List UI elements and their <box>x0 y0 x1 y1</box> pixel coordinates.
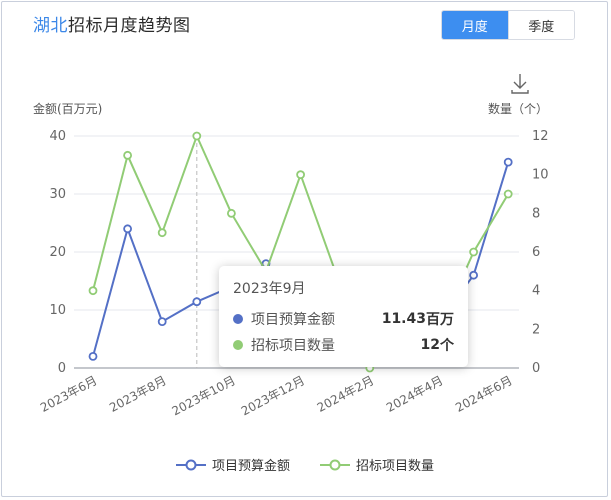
tooltip-row-count: 招标项目数量 12 个 <box>233 332 454 358</box>
data-point <box>123 150 132 160</box>
right-tick-label: 4 <box>532 284 540 299</box>
left-axis-ticks: 0 10 20 30 40 <box>49 129 66 376</box>
data-point <box>157 317 167 327</box>
right-tick-label: 6 <box>532 245 540 260</box>
x-tick-label: 2023年8月 <box>107 373 168 415</box>
legend-item-count[interactable]: 招标项目数量 <box>320 455 434 474</box>
data-point <box>123 224 132 234</box>
right-tick-label: 2 <box>532 322 540 337</box>
data-point <box>503 157 513 167</box>
x-axis-ticks: 2023年6月 2023年8月 2023年10月 2023年12月 2024年2月 202… <box>38 373 515 418</box>
left-tick-label: 40 <box>49 129 66 144</box>
legend-amount-icon <box>176 459 206 470</box>
x-tick-label: 2024年6月 <box>453 373 514 415</box>
chart-tooltip: 2023年9月 项目预算金额 11.43 百万 招标项目数量 12 个 <box>219 266 468 367</box>
x-tick-label: 2023年12月 <box>239 373 307 418</box>
tooltip-title: 2023年9月 <box>233 281 306 297</box>
tooltip-amount-unit: 百万 <box>426 312 454 328</box>
legend-amount-label: 项目预算金额 <box>212 459 291 474</box>
data-point <box>469 247 479 257</box>
data-point <box>88 351 98 361</box>
right-tick-label: 8 <box>532 206 540 221</box>
data-point <box>469 270 479 280</box>
legend-item-amount[interactable]: 项目预算金额 <box>176 455 290 474</box>
tooltip-count-name: 招标项目数量 <box>251 338 335 354</box>
download-icon[interactable] <box>508 70 532 94</box>
legend-count-label: 招标项目数量 <box>356 459 435 474</box>
data-point <box>192 297 202 307</box>
data-point <box>88 286 98 296</box>
data-point <box>296 170 306 180</box>
right-axis-label: 数量（个） <box>488 101 548 116</box>
count-dot-icon <box>233 340 243 350</box>
right-tick-label: 0 <box>532 361 540 376</box>
right-axis-ticks: 0 2 4 6 8 10 12 <box>532 129 549 376</box>
tooltip-row-amount: 项目预算金额 11.43 百万 <box>233 306 454 332</box>
chart-legend: 项目预算金额 招标项目数量 <box>176 455 434 474</box>
left-tick-label: 30 <box>49 187 66 202</box>
left-tick-label: 10 <box>49 303 66 318</box>
right-tick-label: 12 <box>532 129 549 144</box>
line-chart: 金额(百万元) 数量（个） 0 10 20 30 40 0 2 4 6 8 10 12 2023年6… <box>33 70 549 418</box>
data-point <box>503 189 513 199</box>
x-tick-label: 2024年2月 <box>315 373 376 415</box>
data-point <box>157 228 167 238</box>
data-point <box>226 208 236 218</box>
tooltip-count-value: 12 <box>420 337 440 353</box>
data-point <box>192 131 202 141</box>
legend-count-icon <box>320 459 351 470</box>
x-tick-label: 2023年10月 <box>170 373 238 418</box>
tooltip-amount-name: 项目预算金额 <box>251 312 335 328</box>
tooltip-amount-value: 11.43 <box>381 311 426 327</box>
left-axis-label: 金额(百万元) <box>33 101 102 116</box>
right-tick-label: 10 <box>532 168 549 183</box>
left-tick-label: 0 <box>58 361 66 376</box>
x-tick-label: 2023年6月 <box>38 373 99 415</box>
left-tick-label: 20 <box>49 245 66 260</box>
x-tick-label: 2024年4月 <box>384 373 445 415</box>
tooltip-count-unit: 个 <box>440 338 454 354</box>
amount-dot-icon <box>233 314 243 324</box>
